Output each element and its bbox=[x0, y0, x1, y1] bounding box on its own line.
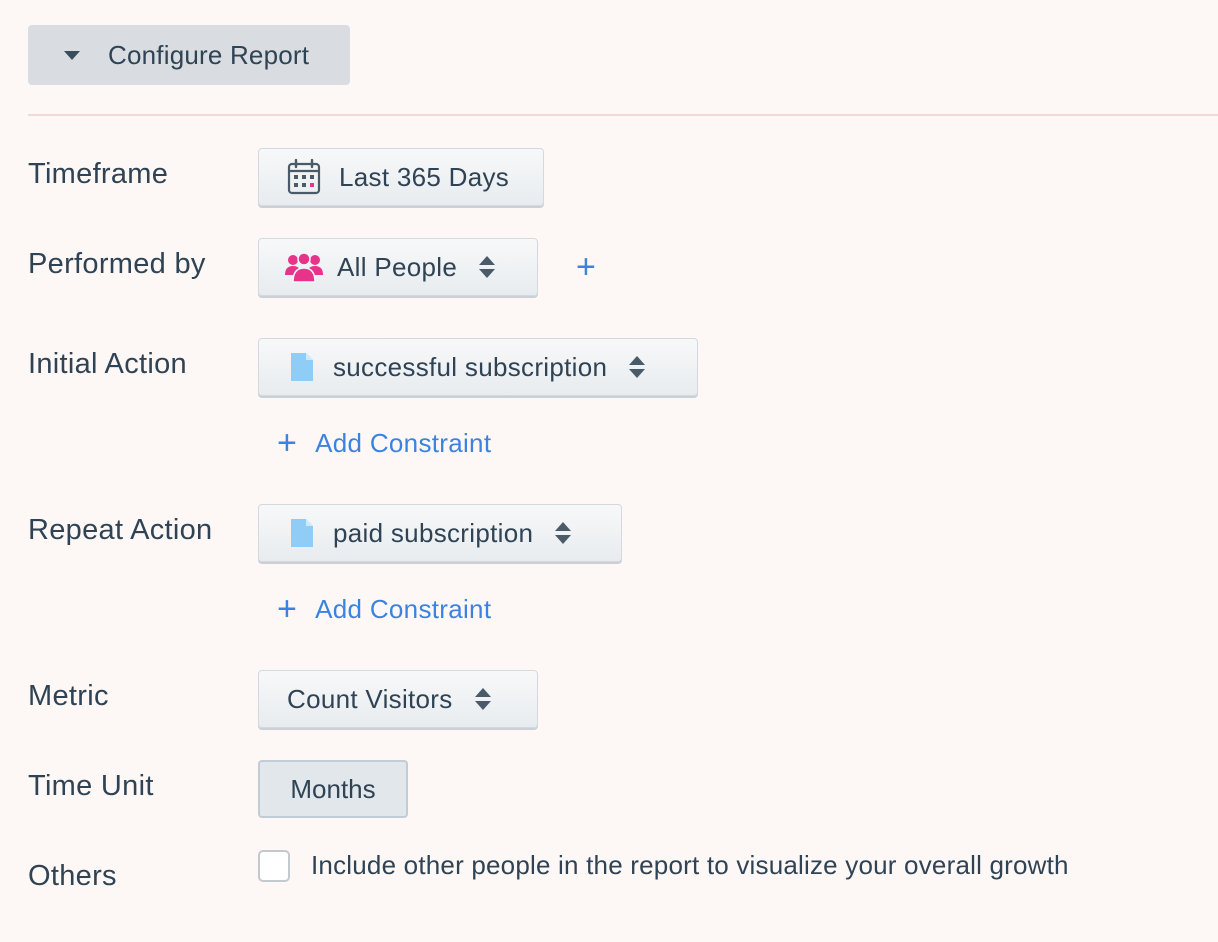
divider bbox=[28, 114, 1218, 116]
timeframe-button[interactable]: Last 365 Days bbox=[258, 148, 544, 206]
select-arrows-icon bbox=[629, 355, 646, 379]
repeat-action-select[interactable]: paid subscription bbox=[258, 504, 622, 562]
caret-down-icon bbox=[64, 50, 80, 60]
time-unit-label: Time Unit bbox=[28, 770, 154, 802]
configure-report-panel: Configure Report Timeframe Last 365 Days… bbox=[0, 0, 1218, 942]
select-arrows-icon bbox=[474, 687, 491, 711]
performed-by-label: Performed by bbox=[28, 248, 206, 280]
metric-value: Count Visitors bbox=[287, 683, 453, 714]
document-icon bbox=[291, 519, 313, 547]
initial-action-label: Initial Action bbox=[28, 348, 187, 380]
initial-action-add-constraint-link[interactable]: + Add Constraint bbox=[277, 426, 491, 460]
add-constraint-label: Add Constraint bbox=[315, 427, 492, 458]
plus-icon: + bbox=[277, 590, 298, 628]
repeat-action-value: paid subscription bbox=[333, 517, 534, 548]
configure-report-label: Configure Report bbox=[108, 39, 310, 70]
include-others-label[interactable]: Include other people in the report to vi… bbox=[311, 850, 1069, 881]
initial-action-value: successful subscription bbox=[333, 351, 608, 382]
document-icon bbox=[291, 353, 313, 381]
select-arrows-icon bbox=[479, 255, 496, 279]
repeat-action-add-constraint-link[interactable]: + Add Constraint bbox=[277, 592, 491, 626]
select-arrows-icon bbox=[555, 521, 572, 545]
add-constraint-label: Add Constraint bbox=[315, 593, 492, 624]
repeat-action-label: Repeat Action bbox=[28, 514, 213, 546]
people-group-icon bbox=[285, 251, 323, 283]
others-label: Others bbox=[28, 860, 117, 892]
initial-action-select[interactable]: successful subscription bbox=[258, 338, 698, 396]
timeframe-label: Timeframe bbox=[28, 158, 169, 190]
metric-select[interactable]: Count Visitors bbox=[258, 670, 538, 728]
configure-report-toggle[interactable]: Configure Report bbox=[28, 25, 350, 85]
time-unit-button[interactable]: Months bbox=[258, 760, 408, 818]
calendar-icon bbox=[287, 159, 321, 195]
add-performer-button[interactable]: + bbox=[576, 250, 596, 284]
plus-icon: + bbox=[277, 424, 298, 462]
timeframe-value: Last 365 Days bbox=[339, 161, 510, 192]
metric-label: Metric bbox=[28, 680, 109, 712]
performed-by-value: All People bbox=[337, 251, 458, 282]
performed-by-select[interactable]: All People bbox=[258, 238, 538, 296]
include-others-checkbox[interactable] bbox=[258, 850, 290, 882]
